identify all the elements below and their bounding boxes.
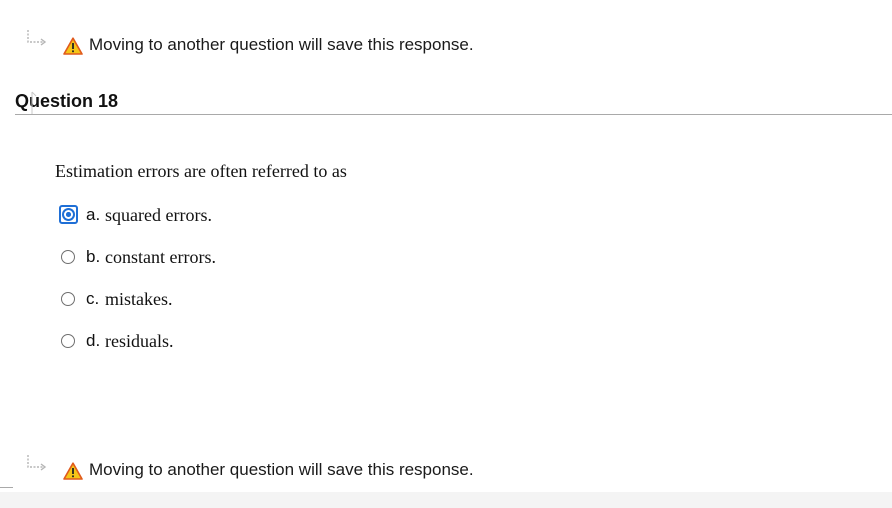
- option-text: residuals.: [105, 331, 174, 351]
- option-letter: a.: [86, 205, 101, 224]
- question-marker-icon: [31, 91, 37, 114]
- option-text: constant errors.: [105, 247, 216, 267]
- save-notice-top: Moving to another question will save thi…: [0, 30, 892, 61]
- answer-option-b[interactable]: b. constant errors.: [59, 245, 459, 271]
- bottom-divider: [0, 487, 13, 488]
- save-notice-text: Moving to another question will save thi…: [89, 460, 474, 479]
- radio-button[interactable]: [61, 292, 75, 306]
- question-divider: [15, 114, 892, 115]
- question-header: Question 18: [0, 88, 892, 116]
- option-letter: b.: [86, 247, 101, 266]
- option-text: squared errors.: [105, 205, 212, 225]
- option-letter: c.: [86, 289, 100, 308]
- question-prompt: Estimation errors are often referred to …: [55, 161, 347, 181]
- save-notice-bottom: Moving to another question will save thi…: [0, 455, 892, 486]
- warning-icon: [63, 462, 83, 480]
- radio-button[interactable]: [61, 334, 75, 348]
- answer-option-c[interactable]: c. mistakes.: [59, 287, 459, 313]
- warning-icon: [63, 37, 83, 55]
- footer-strip: [0, 492, 892, 508]
- return-arrow-icon: [27, 30, 47, 46]
- answer-option-a[interactable]: a. squared errors.: [59, 203, 459, 229]
- return-arrow-icon: [27, 455, 47, 471]
- option-letter: d.: [86, 331, 101, 350]
- option-text: mistakes.: [105, 289, 173, 309]
- save-notice-text: Moving to another question will save thi…: [89, 35, 474, 54]
- answer-option-d[interactable]: d. residuals.: [59, 329, 459, 355]
- radio-button[interactable]: [61, 250, 75, 264]
- radio-button-selected[interactable]: [59, 205, 78, 224]
